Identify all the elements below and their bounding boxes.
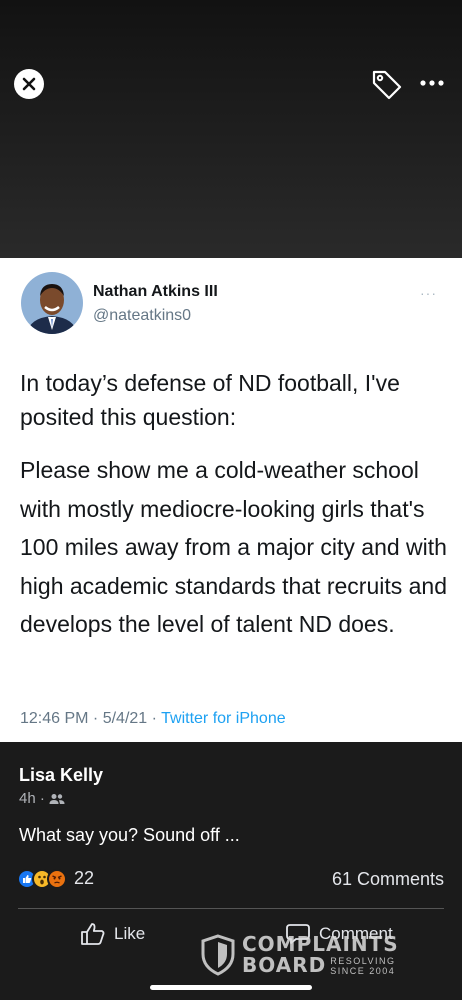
tweet-meta: 12:46 PM · 5/4/21 · Twitter for iPhone bbox=[20, 710, 286, 728]
home-indicator[interactable] bbox=[150, 985, 312, 990]
avatar[interactable] bbox=[21, 272, 83, 334]
tweet-source[interactable]: Twitter for iPhone bbox=[161, 710, 286, 727]
angry-reaction-icon bbox=[47, 868, 67, 889]
close-icon bbox=[22, 77, 36, 91]
reactions-summary[interactable]: 22 bbox=[17, 868, 94, 889]
friends-icon bbox=[49, 793, 65, 804]
tag-button[interactable] bbox=[370, 68, 404, 100]
more-horizontal-icon bbox=[420, 80, 444, 86]
tweet-menu-icon[interactable]: ··· bbox=[420, 285, 437, 301]
action-divider bbox=[18, 908, 444, 909]
watermark-line1: COMPLAINTS bbox=[242, 932, 399, 956]
more-options-button[interactable] bbox=[416, 70, 448, 96]
comments-count[interactable]: 61 Comments bbox=[332, 869, 444, 890]
close-button[interactable] bbox=[14, 69, 44, 99]
watermark: COMPLAINTS BOARD RESOLVING SINCE 2004 bbox=[200, 934, 399, 976]
post-time: 4h · bbox=[19, 790, 65, 807]
tweet-text-intro: In today’s defense of ND football, I've … bbox=[20, 370, 400, 430]
tweet-author-name[interactable]: Nathan Atkins III bbox=[93, 283, 218, 301]
watermark-sub1: RESOLVING bbox=[330, 955, 396, 966]
shield-logo-icon bbox=[201, 934, 235, 976]
reaction-count[interactable]: 22 bbox=[74, 868, 94, 889]
post-author[interactable]: Lisa Kelly bbox=[19, 765, 103, 786]
post-caption: What say you? Sound off ... bbox=[19, 825, 240, 845]
like-label: Like bbox=[114, 924, 146, 943]
tag-icon bbox=[372, 70, 402, 100]
avatar-photo bbox=[21, 272, 83, 334]
tweet-text-body: Please show me a cold-weather school wit… bbox=[20, 457, 448, 637]
tweet-author-handle[interactable]: @nateatkins0 bbox=[93, 307, 191, 325]
watermark-sub2: SINCE 2004 bbox=[330, 965, 396, 976]
like-button[interactable]: Like bbox=[80, 922, 145, 946]
viewer-top-bar bbox=[0, 0, 462, 258]
watermark-line2: BOARD bbox=[242, 953, 327, 977]
post-time-text[interactable]: 4h · bbox=[19, 790, 45, 807]
tweet-timestamp: 12:46 PM · 5/4/21 · bbox=[20, 710, 162, 727]
thumbs-up-icon bbox=[81, 923, 105, 945]
